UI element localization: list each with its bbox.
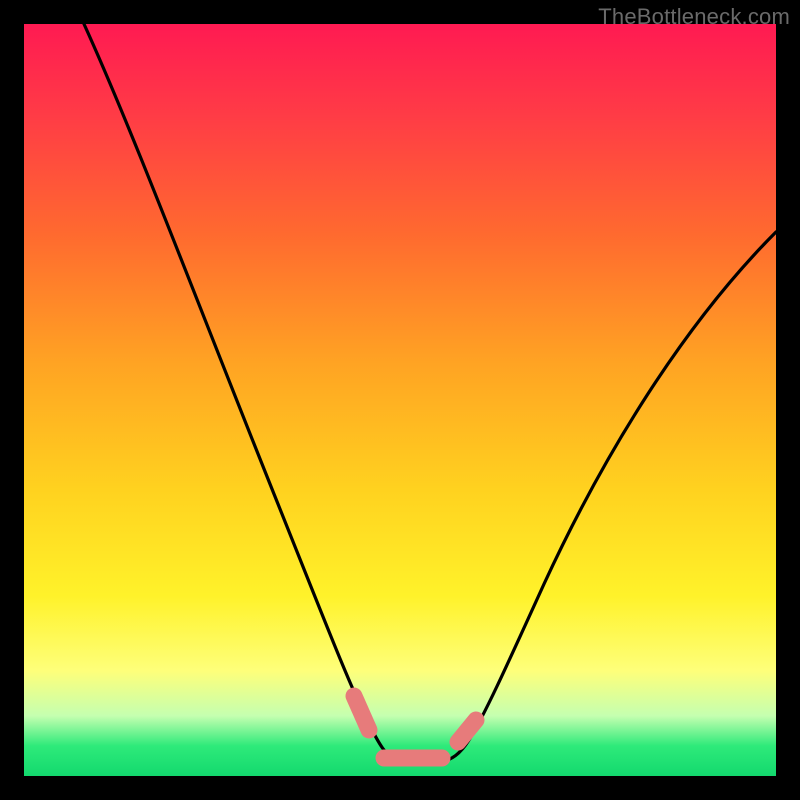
fit-marker-left <box>354 696 369 730</box>
fit-marker-right <box>458 720 476 742</box>
curve-path <box>84 24 776 763</box>
chart-frame: TheBottleneck.com <box>0 0 800 800</box>
watermark-text: TheBottleneck.com <box>598 4 790 30</box>
bottleneck-curve <box>24 24 776 776</box>
fit-markers <box>354 696 476 758</box>
plot-area <box>24 24 776 776</box>
